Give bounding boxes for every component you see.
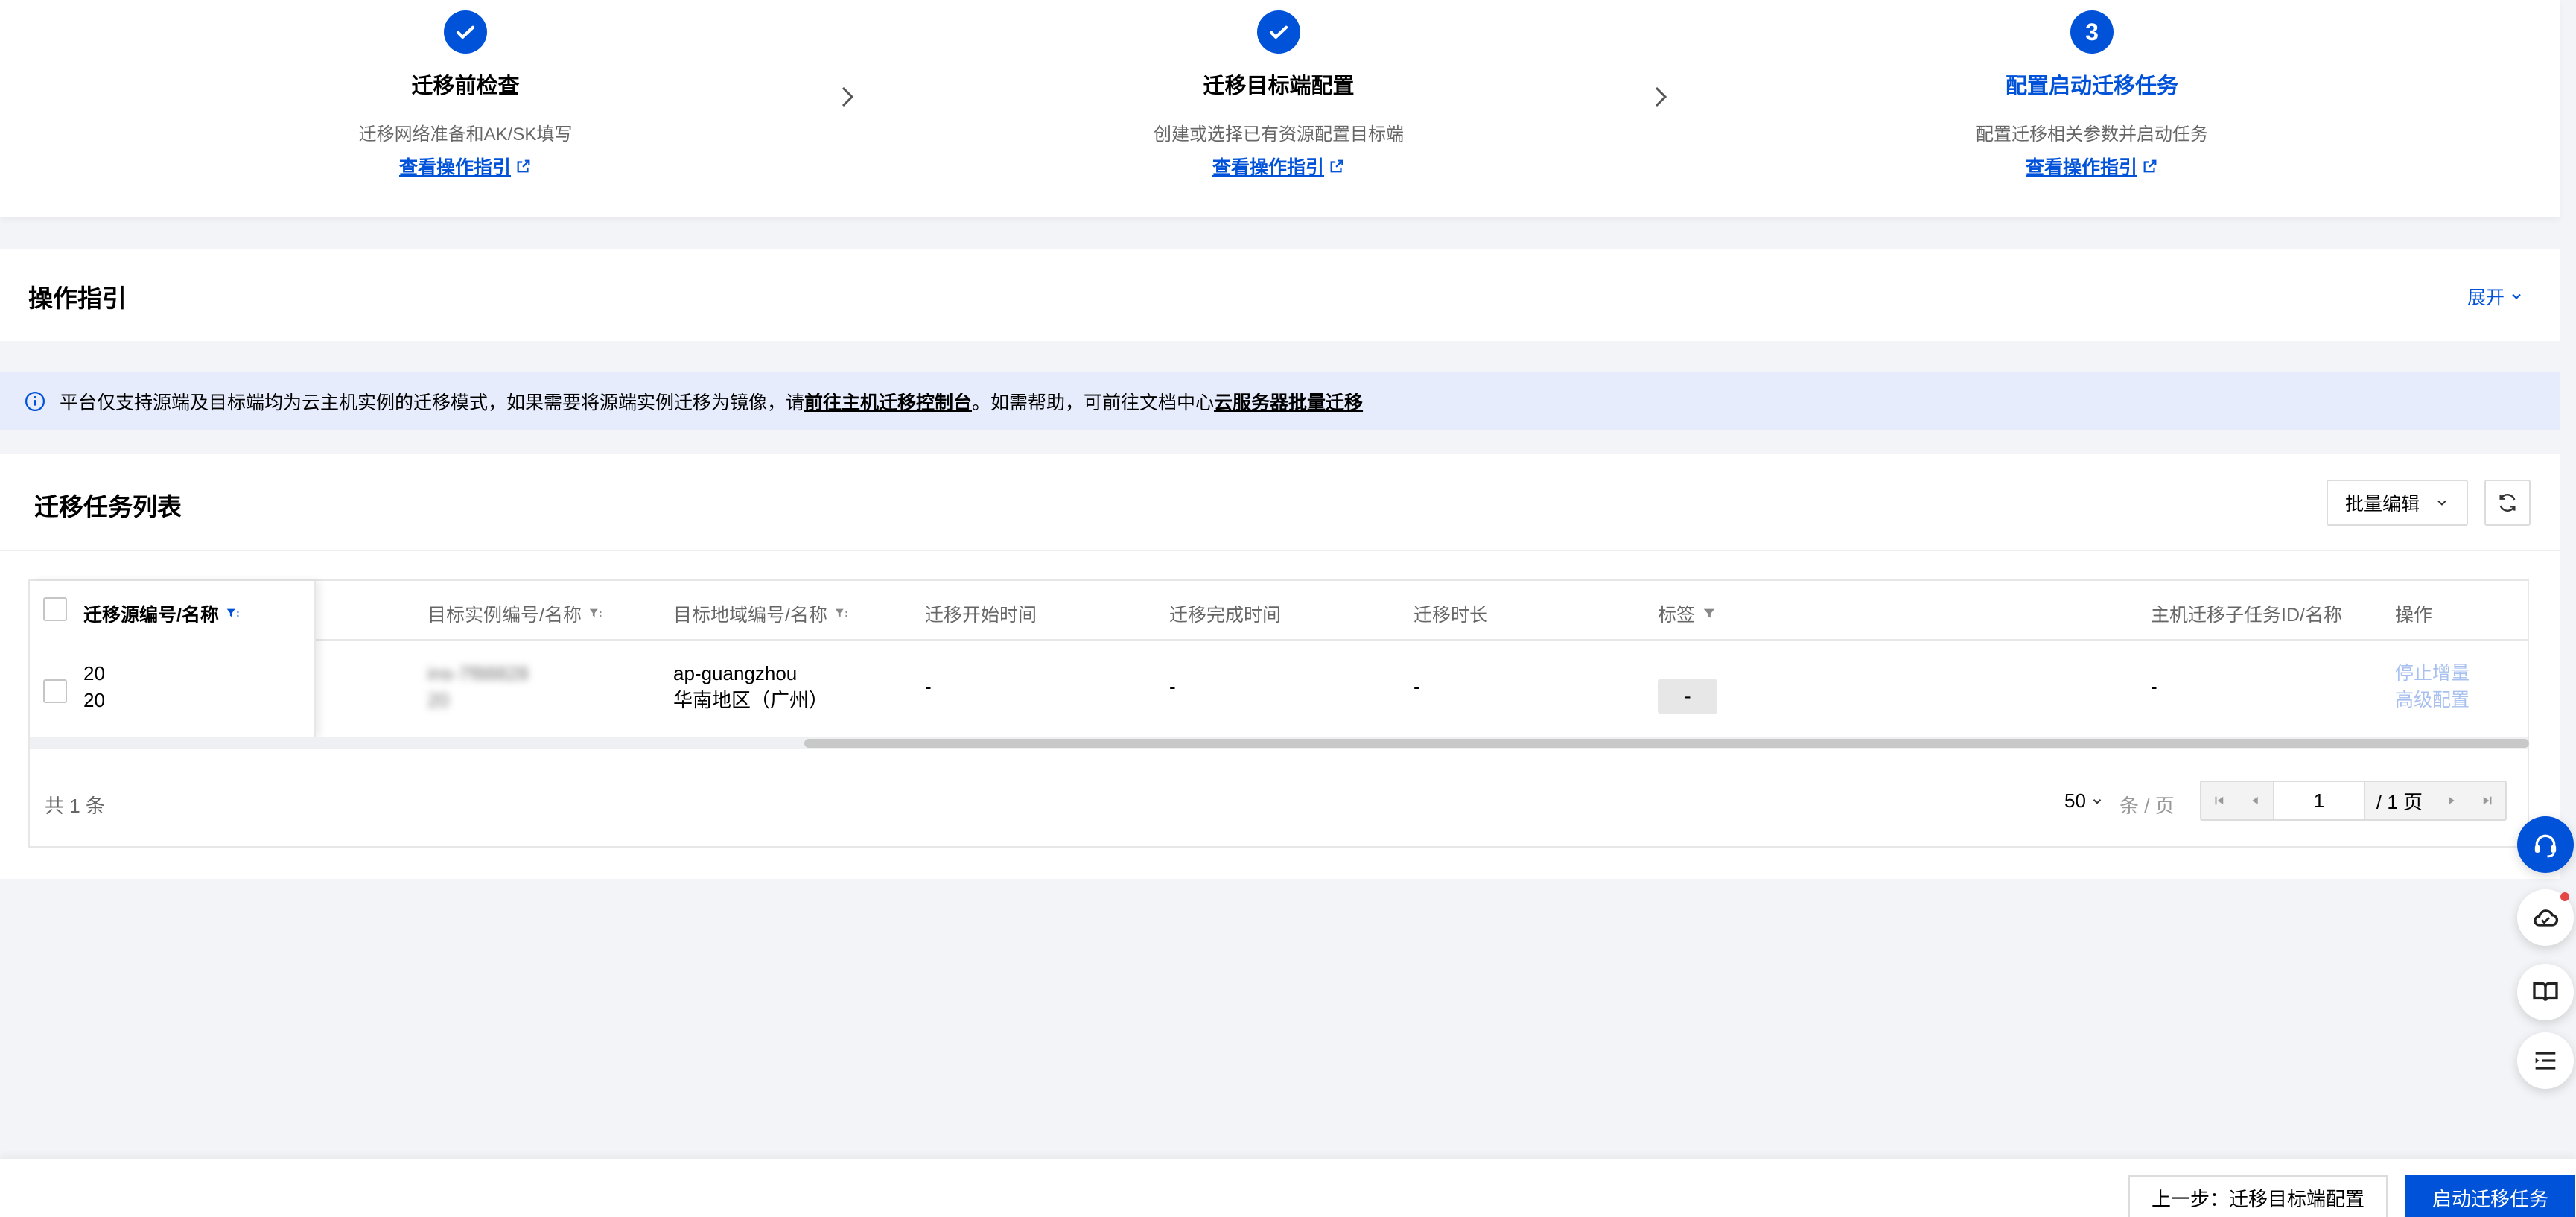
page-number-input[interactable]: 1 [2273,782,2365,819]
batch-edit-dropdown[interactable]: 批量编辑 [2327,480,2468,526]
cloud-icon [2534,909,2559,927]
target-instance-id[interactable]: ins-7f88828 [427,660,529,687]
step-3: 3 配置启动迁移任务 配置迁移相关参数并启动任务 查看操作指引 [1883,0,2300,179]
filter-icon[interactable] [1701,606,1717,622]
chevron-down-icon [2512,293,2521,300]
prev-step-button[interactable]: 上一步：迁移目标端配置 [2128,1175,2388,1217]
last-page-icon [2483,796,2492,805]
prev-page-icon [2252,796,2258,805]
pager: 1 / 1 页 [2200,781,2507,821]
step-check-icon [444,10,487,54]
notification-dot [2560,892,2569,901]
col-start-time: 迁移开始时间 [925,605,1037,626]
first-page-icon [2215,796,2224,805]
row-checkbox[interactable] [43,679,67,703]
step-1: 迁移前检查 迁移网络准备和AK/SK填写 查看操作指引 [257,0,674,179]
menu-list-button[interactable] [2517,1032,2574,1089]
chevron-down-icon [2437,500,2446,506]
step-title: 配置启动迁移任务 [2005,74,2178,98]
start-migration-button[interactable]: 启动迁移任务 [2405,1175,2575,1217]
step-guide-link[interactable]: 查看操作指引 [2026,153,2158,179]
horizontal-scrollbar[interactable] [30,737,2529,749]
scrollbar-thumb[interactable] [804,739,2529,748]
col-source: 迁移源编号/名称 [83,600,241,627]
col-subtask: 主机迁移子任务ID/名称 [2151,605,2342,626]
target-instance-name: 20 [427,689,449,711]
refresh-button[interactable] [2484,480,2531,526]
table-row: ins-7f88828 20 ap-guangzhou 华南地区（广州） - -… [30,642,2528,737]
next-page-button[interactable] [2434,782,2470,819]
step-title: 迁移前检查 [411,74,520,98]
guide-expand-button[interactable]: 展开 [2467,283,2524,310]
advanced-config-link[interactable]: 高级配置 [2395,687,2470,714]
tag-badge[interactable]: - [1658,679,1717,714]
step-desc: 创建或选择已有资源配置目标端 [1154,124,1404,144]
docs-button[interactable] [2517,964,2574,1020]
col-target-region: 目标地域编号/名称 [673,600,850,627]
start-time: - [925,676,932,698]
batch-migration-doc-link[interactable]: 云服务器批量迁移 [1214,388,1363,415]
list-icon [2535,1052,2556,1070]
fixed-source-column: 迁移源编号/名称 20 20 [30,581,316,737]
subtask-id: - [2151,676,2157,698]
headset-icon [2534,834,2557,858]
per-page-label: 条 / 页 [2119,795,2175,817]
chevron-right-icon [842,86,854,107]
col-tag: 标签 [1658,600,1717,627]
step-check-icon [1257,10,1300,54]
footer-bar: 上一步：迁移目标端配置 启动迁移任务 [0,1159,2576,1217]
step-guide-link[interactable]: 查看操作指引 [1212,153,1345,179]
chevron-down-icon [2093,798,2102,804]
col-operation: 操作 [2395,605,2433,626]
duration: - [1413,676,1420,698]
region-id: ap-guangzhou [673,662,798,684]
info-text: 。如需帮助，可前往文档中心 [972,393,1215,413]
external-link-icon [2143,159,2157,173]
source-name: 20 [83,689,105,711]
task-table: 目标实例编号/名称 目标地域编号/名称 迁移开始时间 迁移完成时间 迁移时长 标… [28,579,2529,848]
step-title: 迁移目标端配置 [1203,74,1355,98]
divider [0,550,2560,551]
page-size-select[interactable]: 50 [2064,789,2104,813]
guide-panel: 操作指引 展开 [0,249,2560,341]
info-icon [25,392,45,411]
total-count: 共 1 条 [45,795,105,817]
filter-sort-icon[interactable] [225,606,241,622]
filter-sort-icon[interactable] [833,606,850,622]
book-icon [2533,982,2558,1001]
cloud-assistant-button[interactable] [2517,889,2574,946]
region-name: 华南地区（广州） [673,689,829,711]
step-2: 迁移目标端配置 创建或选择已有资源配置目标端 查看操作指引 [1070,0,1487,179]
info-text: 平台仅支持源端及目标端均为云主机实例的迁移模式，如果需要将源端实例迁移为镜像，请 [60,393,805,413]
guide-title: 操作指引 [28,285,127,312]
step-desc: 配置迁移相关参数并启动任务 [1976,124,2208,144]
chevron-right-icon [1655,86,1667,107]
external-link-icon [1330,159,1343,173]
task-list-panel: 迁移任务列表 批量编辑 目标实例编号/名称 目标地域编号/名称 迁移开始时间 迁… [0,454,2560,879]
next-page-icon [2449,796,2455,805]
steps-panel: 迁移前检查 迁移网络准备和AK/SK填写 查看操作指引 迁移目标端配置 创建或选… [0,0,2560,217]
customer-service-button[interactable] [2517,816,2574,873]
col-target-instance: 目标实例编号/名称 [427,600,604,627]
select-all-checkbox[interactable] [43,597,67,621]
col-end-time: 迁移完成时间 [1169,605,1282,626]
stop-incremental-link[interactable]: 停止增量 [2395,660,2470,687]
step-desc: 迁移网络准备和AK/SK填写 [358,124,573,144]
col-duration: 迁移时长 [1413,605,1489,626]
total-pages: / 1 页 [2376,790,2423,813]
filter-sort-icon[interactable] [588,606,604,622]
source-id: 20 [83,662,105,684]
table-header: 目标实例编号/名称 目标地域编号/名称 迁移开始时间 迁移完成时间 迁移时长 标… [30,581,2528,641]
migration-console-link[interactable]: 前往主机迁移控制台 [804,388,972,415]
step-guide-link[interactable]: 查看操作指引 [399,153,532,179]
end-time: - [1169,676,1176,698]
list-title: 迁移任务列表 [34,493,182,521]
first-page-button[interactable] [2201,782,2237,819]
external-link-icon [517,159,530,173]
step-number: 3 [2070,10,2114,54]
info-alert: 平台仅支持源端及目标端均为云主机实例的迁移模式，如果需要将源端实例迁移为镜像，请… [0,372,2560,430]
last-page-button[interactable] [2470,782,2505,819]
prev-page-button[interactable] [2237,782,2273,819]
refresh-icon [2499,494,2516,512]
